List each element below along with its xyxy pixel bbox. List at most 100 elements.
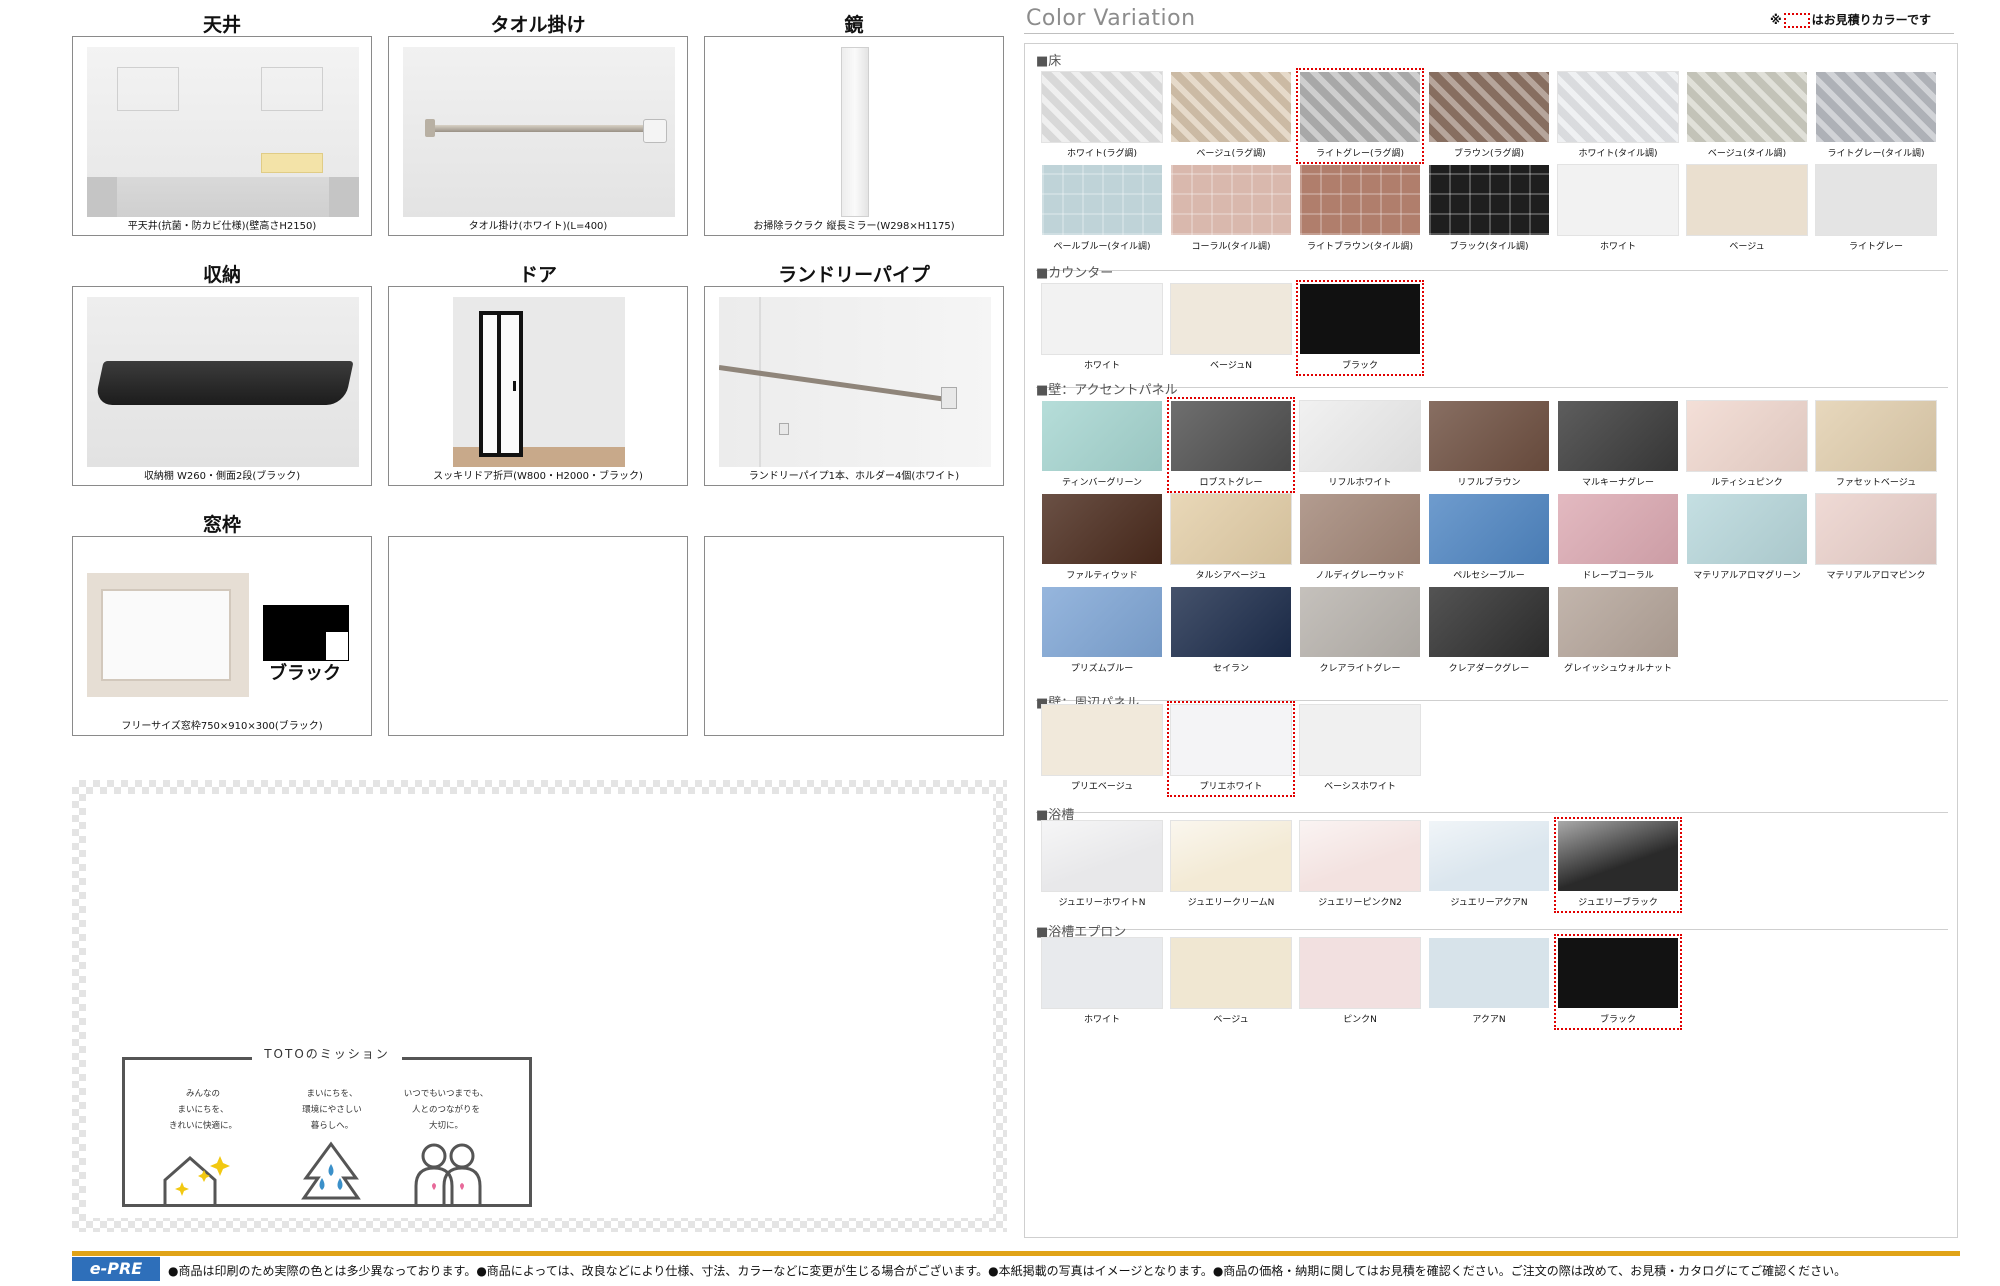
color-chip xyxy=(1557,164,1679,236)
color-chip xyxy=(1815,164,1937,236)
swatch-surround-2: プリエホワイト xyxy=(1167,701,1295,797)
swatch-apron-4: アクアN xyxy=(1429,938,1549,1025)
swatch-label: ライトブラウン(タイル調) xyxy=(1306,242,1414,252)
swatch-label: ペルセシーブルー xyxy=(1453,571,1525,581)
swatch-apron-1: ホワイト xyxy=(1041,937,1163,1025)
mission-statement-1: みんなの まいにちを、 きれいに快適に。 xyxy=(168,1089,237,1131)
card-mirror-title: 鏡 xyxy=(844,14,864,36)
swatch-label: ライトグレー(ラグ調) xyxy=(1315,149,1405,159)
color-chip xyxy=(1686,164,1808,236)
section-counter-heading: ■カウンター xyxy=(1036,266,1114,281)
swatch-label: ライトグレー xyxy=(1848,242,1903,252)
swatch-label: ライトグレー(タイル調) xyxy=(1827,149,1925,159)
card-mirror: お掃除ラクラク 縦長ミラー(W298×H1175) xyxy=(704,36,1004,236)
swatch-label: ブラウン(ラグ調) xyxy=(1453,149,1525,159)
estimate-color-note: ※ はお見積りカラーです xyxy=(1770,13,1931,28)
color-chip xyxy=(1558,938,1678,1008)
swatch-label: マルキーナグレー xyxy=(1581,478,1654,488)
color-chip xyxy=(1815,493,1937,565)
swatch-label: ファルティウッド xyxy=(1066,571,1138,581)
swatch-floor-4: ブラウン(ラグ調) xyxy=(1429,72,1549,159)
swatch-label: ベージュ(ラグ調) xyxy=(1196,149,1266,159)
swatch-accent-19: グレイッシュウォルナット xyxy=(1558,587,1678,674)
card-laundry-caption: ランドリーパイプ1本、ホルダー4個(ホワイト) xyxy=(748,471,960,482)
ceiling-photo xyxy=(87,47,359,217)
color-chip xyxy=(1429,821,1549,891)
color-chip xyxy=(1170,493,1292,565)
card-towel: タオル掛け(ホワイト)(L=400) xyxy=(388,36,688,236)
color-chip xyxy=(1299,820,1421,892)
swatch-apron-2: ベージュ xyxy=(1170,937,1292,1025)
swatch-bathtub-1: ジュエリーホワイトN xyxy=(1041,820,1163,908)
card-laundry: ランドリーパイプ1本、ホルダー4個(ホワイト) xyxy=(704,286,1004,486)
color-chip xyxy=(1558,494,1678,564)
swatch-accent-16: セイラン xyxy=(1171,587,1291,674)
swatch-apron-5: ブラック xyxy=(1554,934,1682,1030)
color-chip xyxy=(1686,400,1808,472)
color-chip xyxy=(1300,284,1420,354)
color-chip xyxy=(1171,72,1291,142)
swatch-label: リフルホワイト xyxy=(1328,478,1392,488)
swatch-floor-13: ベージュ xyxy=(1686,164,1808,252)
color-variation-title: Color Variation xyxy=(1026,6,1196,31)
color-chip xyxy=(1816,72,1936,142)
swatch-label: ジュエリークリームN xyxy=(1187,898,1275,908)
house-sparkle-icon xyxy=(163,1156,230,1206)
color-chip xyxy=(1429,72,1549,142)
color-chip xyxy=(1171,401,1291,471)
swatch-floor-11: ブラック(タイル調) xyxy=(1429,165,1549,252)
color-chip xyxy=(1170,820,1292,892)
towel-bar-photo xyxy=(403,47,675,217)
swatch-accent-4: リフルブラウン xyxy=(1429,401,1549,488)
swatch-label: ファセットベージュ xyxy=(1835,478,1917,488)
color-chip xyxy=(1041,704,1163,776)
swatch-floor-12: ホワイト xyxy=(1557,164,1679,252)
color-chip xyxy=(1300,587,1420,657)
color-chip xyxy=(1042,494,1162,564)
card-ceiling-caption: 平天井(抗菌・防カビ仕様)(壁高さH2150) xyxy=(127,221,317,232)
color-chip xyxy=(1300,165,1420,235)
color-chip xyxy=(1299,400,1421,472)
swatch-accent-1: ティンバーグリーン xyxy=(1042,401,1162,488)
swatch-surround-3: ベーシスホワイト xyxy=(1299,704,1421,792)
swatch-label: ロブストグレー xyxy=(1199,478,1263,488)
color-chip xyxy=(1041,283,1163,355)
color-chip xyxy=(1171,165,1291,235)
swatch-label: セイラン xyxy=(1212,664,1249,674)
card-door-title: ドア xyxy=(518,264,557,286)
swatch-label: ベーシスホワイト xyxy=(1324,782,1396,792)
swatch-accent-12: ドレープコーラル xyxy=(1558,494,1678,581)
color-chip xyxy=(1429,401,1549,471)
swatch-accent-17: クレアライトグレー xyxy=(1300,587,1420,674)
swatch-floor-10: ライトブラウン(タイル調) xyxy=(1300,165,1420,252)
card-window-caption: フリーサイズ窓枠750×910×300(ブラック) xyxy=(121,721,323,732)
swatch-label: ブラック xyxy=(1599,1015,1636,1025)
swatch-label: ドレープコーラル xyxy=(1582,571,1654,581)
swatch-label: ホワイト(ラグ調) xyxy=(1066,149,1138,159)
color-chip xyxy=(1429,587,1549,657)
swatch-label: ホワイト(タイル調) xyxy=(1578,149,1658,159)
swatch-label: ブラック(タイル調) xyxy=(1449,242,1529,252)
card-ceiling: 平天井(抗菌・防カビ仕様)(壁高さH2150) xyxy=(72,36,372,236)
card-window: ブラック フリーサイズ窓枠750×910×300(ブラック) xyxy=(72,536,372,736)
card-door: スッキリドア折戸(W800・H2000・ブラック) xyxy=(388,286,688,486)
black-swatch xyxy=(263,605,349,661)
swatch-accent-9: タルシアベージュ xyxy=(1170,493,1292,581)
swatch-accent-10: ノルディグレーウッド xyxy=(1300,494,1420,581)
card-ceiling-title: 天井 xyxy=(202,14,241,36)
color-chip xyxy=(1041,820,1163,892)
color-chip xyxy=(1300,72,1420,142)
section-accent-heading: ■壁：アクセントパネル xyxy=(1036,383,1178,398)
color-chip xyxy=(1558,401,1678,471)
mission-title: TOTOのミッション xyxy=(122,1045,532,1062)
empty-card-2 xyxy=(704,536,1004,736)
swatch-label: プリエベージュ xyxy=(1070,782,1134,792)
color-chip xyxy=(1299,704,1421,776)
swatch-counter-2: ベージュN xyxy=(1170,283,1292,371)
swatch-label: ホワイト xyxy=(1599,242,1636,252)
window-color-label: ブラック xyxy=(269,663,341,684)
color-chip xyxy=(1170,283,1292,355)
mission-statement-2: まいにちを、 環境にやさしい 暮らしへ。 xyxy=(302,1089,362,1131)
swatch-label: ルティシュピンク xyxy=(1711,478,1783,488)
swatch-floor-9: コーラル(タイル調) xyxy=(1171,165,1291,252)
